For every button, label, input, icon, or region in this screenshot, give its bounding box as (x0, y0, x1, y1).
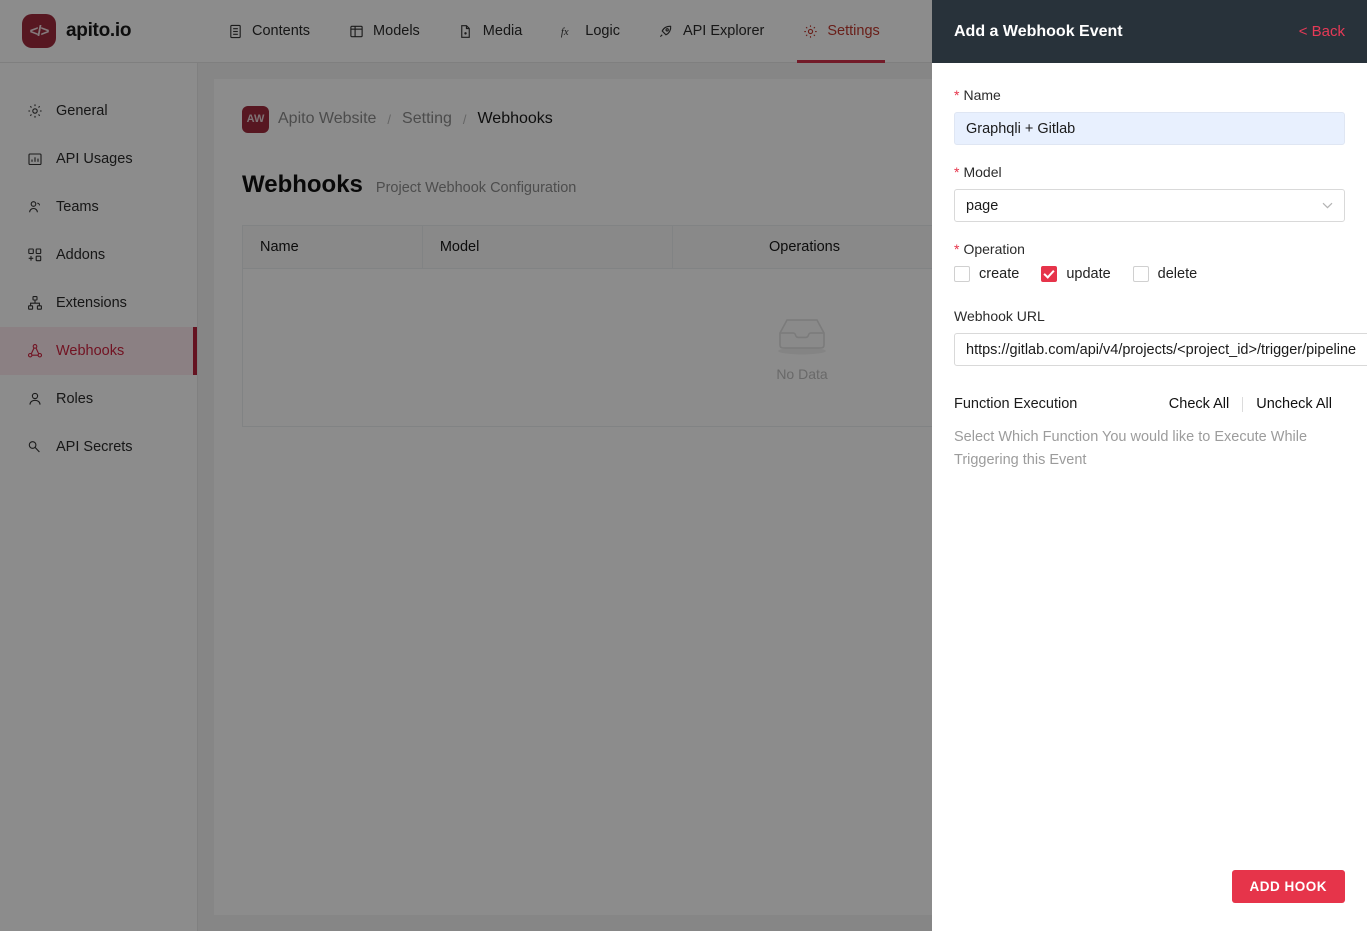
add-webhook-drawer: Add a Webhook Event < Back *Name *Model … (932, 0, 1367, 931)
operation-label-text: Operation (963, 241, 1025, 257)
drawer-footer: ADD HOOK (932, 870, 1367, 931)
operation-field-group: * Operation create update delete (954, 241, 1345, 282)
app-root: </> apito.io Contents Models Media fx Lo… (0, 0, 1367, 931)
function-execution-title: Function Execution (954, 396, 1078, 412)
model-label-text: Model (963, 164, 1002, 180)
operation-checkbox-group: create update delete (954, 266, 1345, 282)
required-asterisk: * (954, 87, 960, 103)
model-select[interactable]: page (954, 189, 1345, 222)
drawer-body: *Name *Model page (932, 63, 1367, 870)
checkbox-box-checked[interactable] (1041, 266, 1058, 282)
operation-checkbox-create[interactable]: create (954, 266, 1019, 282)
checkbox-label: update (1066, 266, 1111, 282)
function-execution-hint: Select Which Function You would like to … (954, 429, 1308, 468)
name-label-text: Name (963, 87, 1001, 103)
name-field-group: * Name (954, 87, 1345, 145)
function-execution-actions: Check All Uncheck All (1156, 396, 1345, 412)
webhook-url-wrap (954, 333, 1367, 366)
checkbox-box[interactable] (1132, 266, 1149, 282)
operation-checkbox-delete[interactable]: delete (1132, 266, 1198, 282)
checkbox-box[interactable] (954, 266, 970, 282)
model-label: * Model (954, 164, 1345, 180)
back-button[interactable]: < Back (1299, 23, 1345, 40)
model-field-group: * Model page (954, 164, 1345, 222)
checkbox-label: create (979, 266, 1020, 282)
name-label: * Name (954, 87, 1345, 103)
operation-checkbox-update[interactable]: update (1041, 266, 1111, 282)
model-select-value: page (966, 197, 999, 214)
function-execution-row: Function Execution Check All Uncheck All (954, 396, 1345, 412)
required-asterisk: * (954, 241, 960, 257)
uncheck-all-button[interactable]: Uncheck All (1243, 396, 1345, 412)
checkbox-label: delete (1157, 266, 1198, 282)
add-hook-button[interactable]: ADD HOOK (1231, 870, 1345, 903)
chevron-down-icon (1322, 200, 1333, 212)
required-asterisk: * (954, 164, 960, 180)
webhook-url-input[interactable] (954, 333, 1367, 366)
check-all-button[interactable]: Check All (1156, 396, 1242, 412)
webhook-url-field-group: Webhook URL (954, 308, 1367, 366)
drawer-header: Add a Webhook Event < Back (932, 0, 1367, 63)
drawer-title: Add a Webhook Event (954, 22, 1123, 40)
name-input[interactable] (954, 112, 1345, 145)
webhook-url-label: Webhook URL (954, 308, 1045, 324)
operation-label: * Operation (954, 241, 1345, 257)
